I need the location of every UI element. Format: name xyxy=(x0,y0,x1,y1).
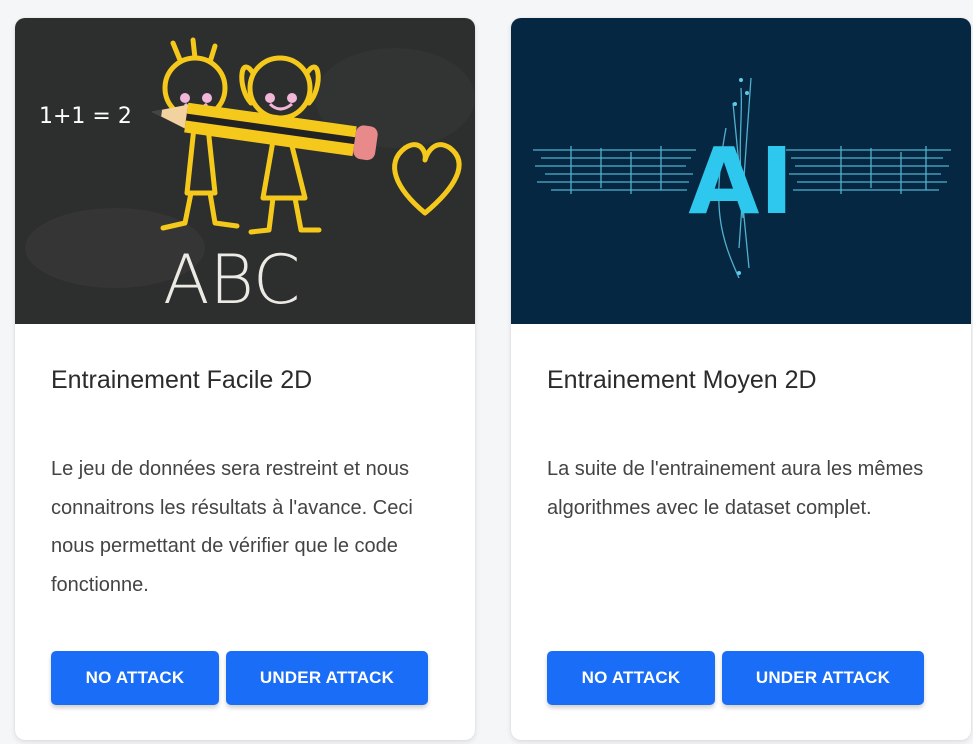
chalk-equation: 1+1 = 2 xyxy=(39,104,132,129)
under-attack-button[interactable]: UNDER ATTACK xyxy=(722,651,924,705)
chalkboard-kids-image: 1+1 = 2 ABC xyxy=(15,18,475,324)
card-actions: NO ATTACK UNDER ATTACK xyxy=(547,651,924,705)
card-title: Entrainement Moyen 2D xyxy=(547,366,817,394)
card-title: Entrainement Facile 2D xyxy=(51,366,313,394)
chalk-letters: ABC xyxy=(163,241,300,320)
training-card-medium: AI Entrainement Moyen 2D La suite de l'e… xyxy=(511,18,971,740)
ai-logo-text: AI xyxy=(688,128,793,235)
no-attack-button[interactable]: NO ATTACK xyxy=(51,651,219,705)
ai-circuit-image: AI xyxy=(511,18,971,324)
no-attack-button[interactable]: NO ATTACK xyxy=(547,651,715,705)
training-card-easy: 1+1 = 2 ABC Entrainement Facile 2D Le je… xyxy=(15,18,475,740)
card-description: Le jeu de données sera restreint et nous… xyxy=(51,458,413,596)
under-attack-button[interactable]: UNDER ATTACK xyxy=(226,651,428,705)
card-actions: NO ATTACK UNDER ATTACK xyxy=(51,651,428,705)
card-description: La suite de l'entrainement aura les même… xyxy=(547,458,924,519)
